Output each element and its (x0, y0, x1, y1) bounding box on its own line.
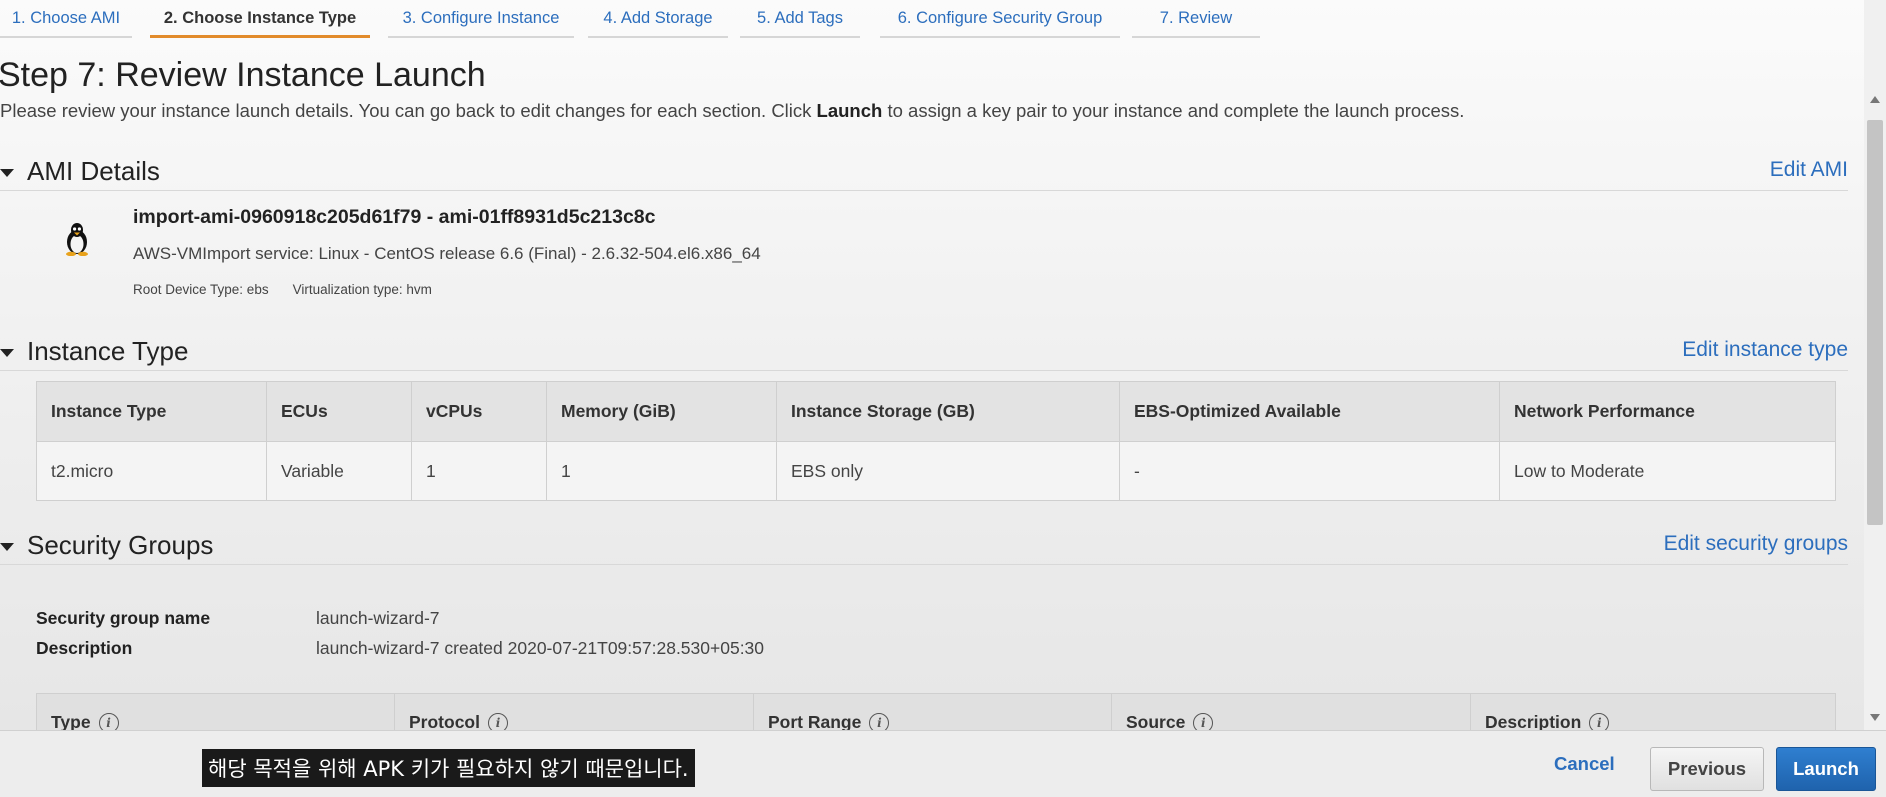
section-title-instance-type: Instance Type (27, 336, 189, 366)
table-cell: 1 (411, 441, 547, 501)
table-cell: Variable (266, 441, 412, 501)
column-header: ECUs (266, 381, 412, 442)
tab-configure-security-group[interactable]: 6. Configure Security Group (880, 0, 1120, 38)
tab-configure-instance[interactable]: 3. Configure Instance (388, 0, 574, 38)
wizard-tabs: 1. Choose AMI 2. Choose Instance Type 3.… (0, 0, 1864, 40)
table-cell: t2.micro (36, 441, 267, 501)
security-rules-table: Type i Protocol i Port Range i Source i Desc… (36, 693, 1836, 730)
virtualization-type: Virtualization type: hvm (292, 282, 432, 297)
review-page: 1. Choose AMI 2. Choose Instance Type 3.… (0, 0, 1864, 730)
collapse-triangle-icon[interactable] (0, 349, 14, 357)
edit-instance-type-link[interactable]: Edit instance type (1682, 338, 1848, 362)
description-text: Please review your instance launch detai… (0, 100, 817, 121)
info-icon[interactable]: i (487, 713, 508, 730)
tab-choose-instance-type[interactable]: 2. Choose Instance Type (150, 0, 370, 38)
column-header-type: Type i (36, 693, 395, 730)
scroll-up-arrow-icon[interactable] (1870, 96, 1880, 103)
column-header-source: Source i (1111, 693, 1471, 730)
column-header: EBS-Optimized Available (1119, 381, 1500, 442)
tab-add-storage[interactable]: 4. Add Storage (588, 0, 728, 38)
column-header: Instance Storage (GB) (776, 381, 1120, 442)
instance-type-header[interactable]: Instance Type Edit instance type (0, 336, 1848, 371)
info-icon[interactable]: i (1193, 713, 1214, 730)
tab-choose-ami[interactable]: 1. Choose AMI (0, 0, 132, 38)
collapse-triangle-icon[interactable] (0, 169, 14, 177)
linux-penguin-icon (66, 223, 88, 256)
page-title: Step 7: Review Instance Launch (0, 56, 486, 94)
table-row: t2.micro Variable 1 1 EBS only - Low to … (36, 441, 1836, 501)
tab-review[interactable]: 7. Review (1132, 0, 1260, 38)
ami-details-header[interactable]: AMI Details Edit AMI (0, 156, 1848, 191)
security-group-name-value: launch-wizard-7 (316, 608, 440, 628)
page-description: Please review your instance launch detai… (0, 100, 1464, 122)
vertical-scrollbar[interactable] (1864, 0, 1886, 730)
table-cell: 1 (546, 441, 777, 501)
footer-bar: 해당 목적을 위해 APK 키가 필요하지 않기 때문입니다. Cancel P… (0, 730, 1886, 797)
table-header-row: Type i Protocol i Port Range i Source i Desc… (36, 693, 1836, 730)
table-cell: - (1119, 441, 1500, 501)
column-label: Description (1485, 712, 1582, 730)
column-header-description: Description i (1470, 693, 1836, 730)
security-groups-header[interactable]: Security Groups Edit security groups (0, 530, 1848, 565)
security-group-name-label: Security group name (36, 608, 211, 628)
launch-button[interactable]: Launch (1776, 747, 1876, 791)
scrollbar-thumb[interactable] (1867, 120, 1883, 525)
collapse-triangle-icon[interactable] (0, 543, 14, 551)
column-label: Protocol (409, 712, 480, 730)
previous-button[interactable]: Previous (1650, 747, 1764, 791)
edit-security-groups-link[interactable]: Edit security groups (1664, 532, 1848, 556)
root-device-type: Root Device Type: ebs (133, 282, 269, 297)
security-group-description-value: launch-wizard-7 created 2020-07-21T09:57… (316, 638, 765, 658)
video-subtitle-caption: 해당 목적을 위해 APK 키가 필요하지 않기 때문입니다. (202, 749, 695, 787)
section-title-ami: AMI Details (27, 156, 160, 186)
security-group-description-label: Description (36, 638, 133, 658)
edit-ami-link[interactable]: Edit AMI (1770, 158, 1848, 182)
ami-description: AWS-VMImport service: Linux - CentOS rel… (133, 244, 761, 263)
info-icon[interactable]: i (98, 713, 119, 730)
column-label: Type (51, 712, 91, 730)
section-title-security-groups: Security Groups (27, 530, 214, 560)
column-header: Instance Type (36, 381, 267, 442)
ami-name: import-ami-0960918c205d61f79 - ami-01ff8… (133, 206, 656, 228)
tab-add-tags[interactable]: 5. Add Tags (740, 0, 860, 38)
info-icon[interactable]: i (869, 713, 890, 730)
description-launch-emphasis: Launch (816, 100, 883, 121)
column-header: Memory (GiB) (546, 381, 777, 442)
security-group-name-row: Security group name launch-wizard-7 (36, 608, 440, 629)
column-header-protocol: Protocol i (394, 693, 754, 730)
table-header-row: Instance Type ECUs vCPUs Memory (GiB) In… (36, 381, 1836, 442)
info-icon[interactable]: i (1589, 713, 1610, 730)
ami-meta: Root Device Type: ebs Virtualization type… (133, 282, 432, 297)
scroll-down-arrow-icon[interactable] (1870, 714, 1880, 721)
security-group-description-row: Description launch-wizard-7 created 2020-… (36, 638, 764, 659)
column-label: Port Range (768, 712, 862, 730)
table-cell: EBS only (776, 441, 1120, 501)
column-header: Network Performance (1499, 381, 1836, 442)
table-cell: Low to Moderate (1499, 441, 1836, 501)
cancel-button[interactable]: Cancel (1554, 753, 1615, 775)
description-text-end: to assign a key pair to your instance an… (882, 100, 1465, 121)
instance-type-table: Instance Type ECUs vCPUs Memory (GiB) In… (36, 381, 1836, 501)
column-header-port-range: Port Range i (753, 693, 1112, 730)
column-label: Source (1126, 712, 1186, 730)
column-header: vCPUs (411, 381, 547, 442)
